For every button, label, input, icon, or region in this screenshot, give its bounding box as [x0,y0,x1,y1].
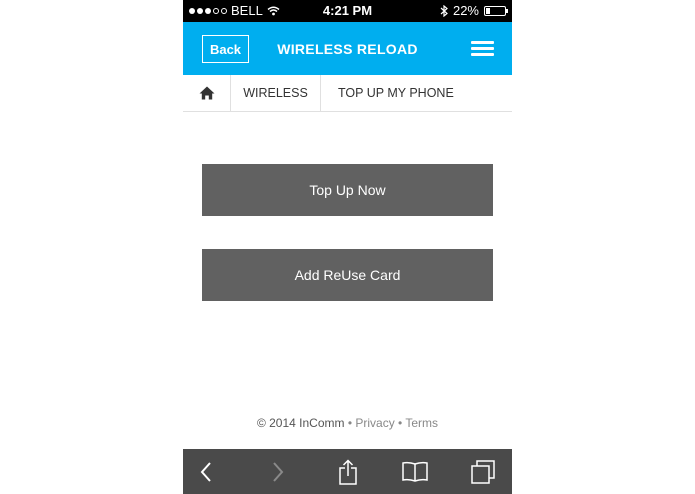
home-icon [199,86,214,100]
breadcrumb-top-up[interactable]: TOP UP MY PHONE [321,75,454,111]
footer-separator: • [394,416,406,430]
browser-toolbar [183,449,512,494]
back-icon[interactable] [191,457,221,487]
breadcrumb-wireless[interactable]: WIRELESS [231,75,321,111]
footer: © 2014 InComm • Privacy • Terms [183,416,512,430]
breadcrumb-home[interactable] [183,75,231,111]
terms-link[interactable]: Terms [405,416,438,430]
phone-screen: BELL 4:21 PM 22% Back WIRELESS RELOAD WI… [183,0,512,494]
privacy-link[interactable]: Privacy [355,416,394,430]
tabs-icon[interactable] [468,457,498,487]
status-right: 22% [440,3,508,18]
status-bar: BELL 4:21 PM 22% [183,0,512,22]
bookmarks-icon[interactable] [400,457,430,487]
share-icon[interactable] [333,457,363,487]
hamburger-icon[interactable] [471,41,494,57]
add-reuse-card-button[interactable]: Add ReUse Card [202,249,493,301]
battery-icon [484,5,508,16]
top-up-now-button[interactable]: Top Up Now [202,164,493,216]
battery-percent: 22% [452,3,479,18]
app-header: Back WIRELESS RELOAD [183,22,512,75]
bluetooth-icon [440,4,448,17]
footer-separator: • [344,416,356,430]
copyright: © 2014 InComm [256,416,345,430]
forward-icon[interactable] [263,457,293,487]
breadcrumb: WIRELESS TOP UP MY PHONE [183,75,512,112]
page-title: WIRELESS RELOAD [277,41,418,57]
